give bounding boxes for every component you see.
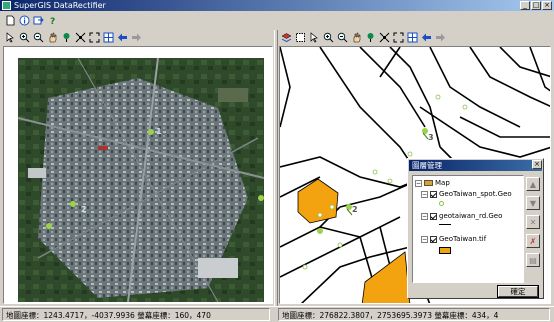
point-symbol-icon xyxy=(439,201,444,206)
grid-icon[interactable] xyxy=(102,31,114,43)
full-extent-icon[interactable] xyxy=(378,31,390,43)
layer-visibility-checkbox[interactable] xyxy=(430,212,437,220)
layer-tree[interactable]: − Map − GeoTaiwan_spot.Geo − geotaiwan_r… xyxy=(412,175,524,283)
layer-icon[interactable] xyxy=(280,31,292,43)
folder-icon xyxy=(424,180,433,186)
aerial-image[interactable] xyxy=(18,58,264,302)
fit-icon[interactable] xyxy=(392,31,404,43)
dialog-title-bar: 圖層管理 xyxy=(409,160,542,171)
zoom-out-icon[interactable] xyxy=(32,31,44,43)
remove-layer-icon[interactable]: ✕ xyxy=(526,215,540,229)
fill-symbol-icon xyxy=(439,247,451,254)
layer-properties-icon[interactable]: ▤ xyxy=(526,253,540,267)
delete-layer-icon[interactable]: ✗ xyxy=(526,234,540,248)
grid-icon[interactable] xyxy=(406,31,418,43)
layer-legend xyxy=(439,247,451,254)
layer-visibility-checkbox[interactable] xyxy=(430,190,437,198)
control-point-label: 2 xyxy=(81,205,87,214)
move-up-icon[interactable]: ▲ xyxy=(526,177,540,191)
maximize-button[interactable]: □ xyxy=(531,1,541,10)
layer-order-controls: ▲ ▼ ✕ ✗ ▤ xyxy=(526,177,540,267)
pan-icon[interactable] xyxy=(350,31,362,43)
tree-root[interactable]: − Map xyxy=(415,179,450,187)
window-title: SuperGIS DataRectifier xyxy=(14,1,106,10)
collapse-icon[interactable]: − xyxy=(421,190,428,198)
app-icon xyxy=(2,1,11,10)
window-title-bar: SuperGIS DataRectifier xyxy=(0,0,554,11)
layer-legend xyxy=(439,201,444,206)
ok-button[interactable]: 確定 xyxy=(497,285,539,298)
svg-text:?: ? xyxy=(50,17,55,26)
collapse-icon[interactable]: − xyxy=(421,212,428,220)
window-controls: _ □ × xyxy=(520,1,552,10)
add-control-point-icon[interactable] xyxy=(364,31,376,43)
select-icon[interactable] xyxy=(308,31,320,43)
dialog-title: 圖層管理 xyxy=(412,161,442,170)
back-icon[interactable] xyxy=(420,31,432,43)
map-control-point xyxy=(317,228,323,234)
layer-manager-dialog: 圖層管理 × − Map − GeoTaiwan_spot.Geo − geot… xyxy=(407,158,544,299)
minimize-button[interactable]: _ xyxy=(520,1,530,10)
forward-icon[interactable] xyxy=(130,31,142,43)
map-control-point-label: 3 xyxy=(428,133,434,142)
layer-item[interactable]: − GeoTaiwan.tif xyxy=(421,235,486,243)
control-point-label: 1 xyxy=(156,127,162,136)
forward-icon[interactable] xyxy=(434,31,446,43)
dialog-close-button[interactable]: × xyxy=(532,160,542,169)
select-icon[interactable] xyxy=(4,31,16,43)
zoom-in-icon[interactable] xyxy=(322,31,334,43)
layer-item[interactable]: − GeoTaiwan_spot.Geo xyxy=(421,190,512,198)
layer-visibility-checkbox[interactable] xyxy=(430,235,437,243)
layer-label: geotaiwan_rd.Geo xyxy=(439,212,503,220)
tree-root-label: Map xyxy=(435,179,450,187)
layer-label: GeoTaiwan.tif xyxy=(439,235,487,243)
close-button[interactable]: × xyxy=(542,1,552,10)
image-control-point[interactable] xyxy=(148,129,154,135)
layer-legend xyxy=(439,224,451,225)
image-control-point[interactable] xyxy=(258,195,264,201)
info-icon[interactable] xyxy=(18,14,30,26)
box-select-icon[interactable] xyxy=(294,31,306,43)
export-icon[interactable] xyxy=(32,14,44,26)
pane-splitter[interactable] xyxy=(274,30,278,306)
status-bar: 地圖座標：1243.4717，-4037.9936 螢幕座標：160，470 地… xyxy=(0,306,554,322)
layer-label: GeoTaiwan_spot.Geo xyxy=(439,190,512,198)
fit-icon[interactable] xyxy=(88,31,100,43)
zoom-in-icon[interactable] xyxy=(18,31,30,43)
main-toolbar: ? xyxy=(4,14,58,26)
line-symbol-icon xyxy=(439,224,451,225)
image-toolbar xyxy=(4,31,142,43)
add-control-point-icon[interactable] xyxy=(60,31,72,43)
layer-item[interactable]: − geotaiwan_rd.Geo xyxy=(421,212,502,220)
map-coordinates: 地圖座標：276822.3807，2753695.3973 螢幕座標：434，4 xyxy=(278,308,550,321)
zoom-out-icon[interactable] xyxy=(336,31,348,43)
parcel-polygon xyxy=(361,251,411,303)
help-icon[interactable]: ? xyxy=(46,14,58,26)
image-control-point[interactable] xyxy=(70,201,76,207)
image-control-point[interactable] xyxy=(46,223,52,229)
back-icon[interactable] xyxy=(116,31,128,43)
map-control-point-label: 2 xyxy=(352,205,358,214)
image-coordinates: 地圖座標：1243.4717，-4037.9936 螢幕座標：160，470 xyxy=(2,308,270,321)
collapse-icon[interactable]: − xyxy=(421,235,428,243)
full-extent-icon[interactable] xyxy=(74,31,86,43)
collapse-icon[interactable]: − xyxy=(415,179,422,187)
map-toolbar xyxy=(280,31,446,43)
image-view[interactable]: 1 2 xyxy=(3,46,273,304)
pan-icon[interactable] xyxy=(46,31,58,43)
move-down-icon[interactable]: ▼ xyxy=(526,196,540,210)
new-icon[interactable] xyxy=(4,14,16,26)
